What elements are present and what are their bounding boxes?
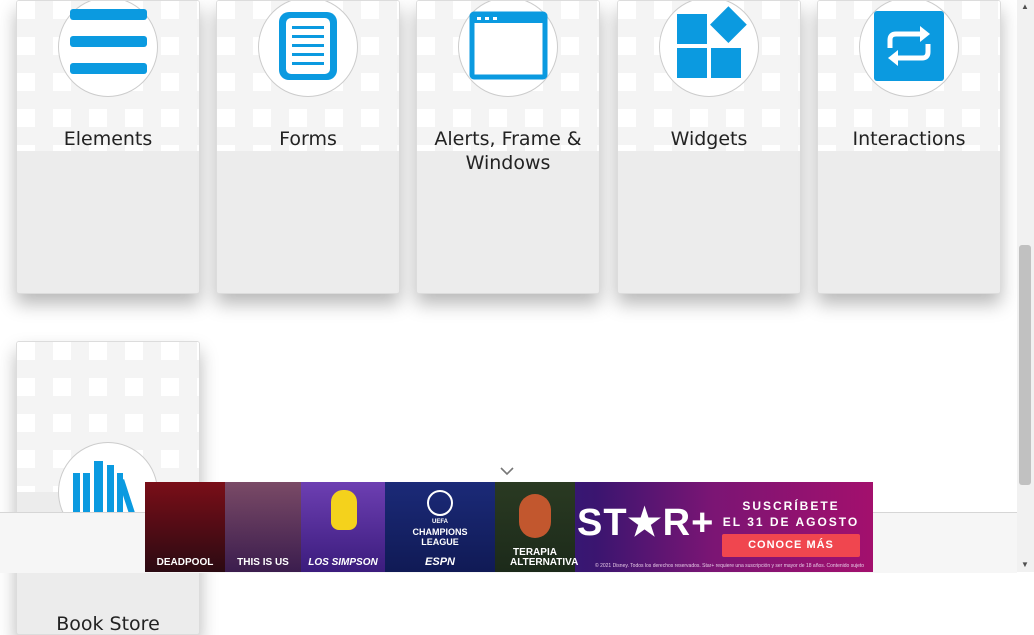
- ad-panel-deadpool: DEADPOOL: [145, 482, 225, 572]
- card-title: Interactions: [852, 128, 966, 150]
- ad-panel-champions: UEFA CHAMPIONS LEAGUE ESPN: [385, 482, 495, 572]
- ad-panel-terapia: TERAPIA ALTERNATIVA: [495, 482, 579, 572]
- form-document-icon: [258, 1, 358, 97]
- ad-panel-label: LOS SIMPSON: [308, 557, 378, 568]
- ad-fineprint: © 2021 Disney. Todos los derechos reserv…: [595, 563, 865, 569]
- ad-line-1: SUSCRÍBETE: [742, 499, 840, 513]
- ad-cta-button[interactable]: CONOCE MÁS: [722, 534, 860, 557]
- card-interactions[interactable]: Interactions: [817, 0, 1001, 294]
- card-widgets[interactable]: Widgets: [617, 0, 801, 294]
- card-title: Alerts, Frame & Windows: [434, 128, 582, 174]
- card-alerts-frame-windows[interactable]: Alerts, Frame & Windows: [416, 0, 600, 294]
- card-title: Elements: [63, 128, 153, 150]
- ad-panel-label: DEADPOOL: [156, 557, 214, 568]
- ad-panel-label: TERAPIA ALTERNATIVA: [510, 547, 579, 568]
- ad-banner[interactable]: DEADPOOL THIS IS US LOS SIMPSON UEFA CHA…: [145, 482, 873, 572]
- ad-line-2: EL 31 DE AGOSTO: [722, 515, 860, 529]
- ad-espn-label: ESPN: [425, 556, 455, 568]
- ad-panel-simpson: LOS SIMPSON: [301, 482, 385, 572]
- simpson-head: [331, 490, 357, 530]
- card-title: Forms: [279, 128, 337, 150]
- card-elements[interactable]: Elements: [16, 0, 200, 294]
- scroll-up-arrow-icon[interactable]: ▲: [1021, 2, 1029, 11]
- card-title: Widgets: [670, 128, 748, 150]
- ad-brand-logo: ST★R+: [577, 502, 715, 544]
- scroll-down-arrow-icon[interactable]: ▼: [1021, 560, 1029, 569]
- terapia-face: [519, 494, 551, 538]
- ad-uefa-label: UEFA: [431, 519, 448, 525]
- card-forms[interactable]: Forms: [216, 0, 400, 294]
- ucl-star-ball-icon: [427, 490, 453, 516]
- browser-window-icon: [458, 1, 558, 97]
- ad-panel-label: THIS IS US: [237, 557, 289, 568]
- scrollbar-thumb[interactable]: [1019, 245, 1031, 485]
- repeat-arrows-icon: [859, 1, 959, 97]
- ad-champions-label: CHAMPIONS LEAGUE: [412, 527, 468, 547]
- widgets-blocks-icon: [659, 1, 759, 97]
- card-title: Book Store Application: [56, 613, 160, 635]
- hamburger-list-icon: [58, 1, 158, 97]
- chevron-down-icon[interactable]: [499, 465, 515, 477]
- ad-panel-this-is-us: THIS IS US: [225, 482, 301, 572]
